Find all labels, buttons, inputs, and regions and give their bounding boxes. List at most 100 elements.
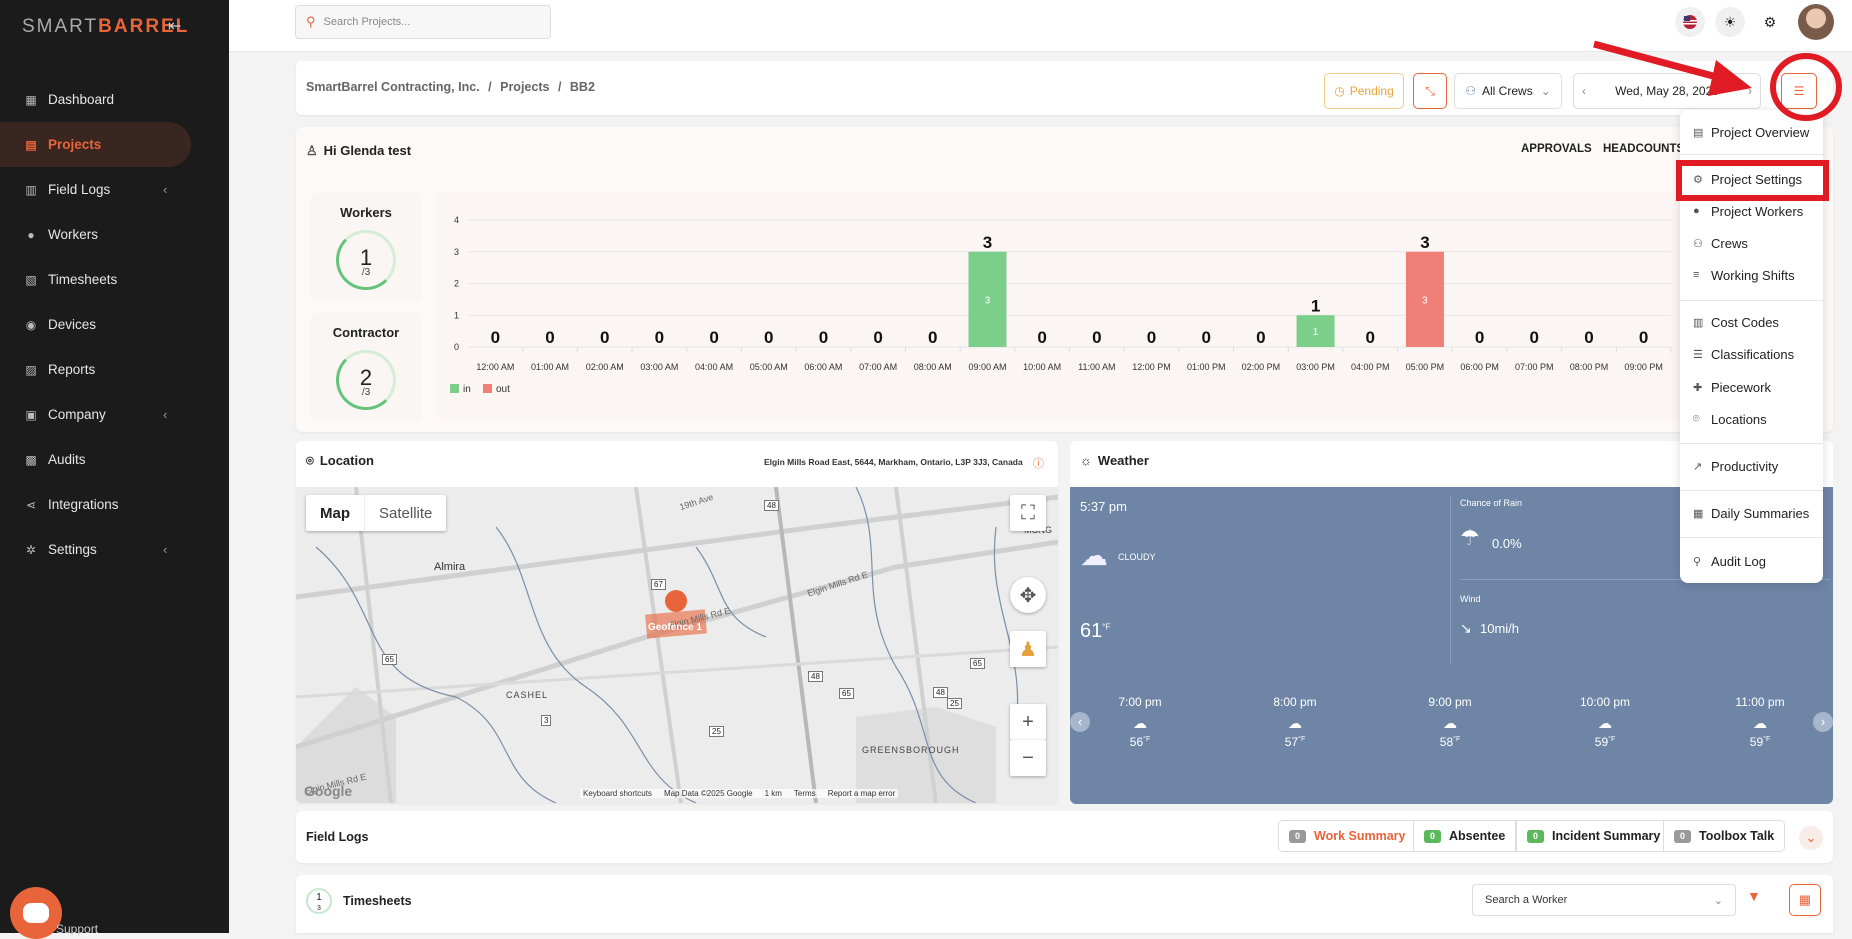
geofence-label[interactable]: Geofence 1 <box>648 622 702 633</box>
google-logo: Google <box>304 783 353 799</box>
filter-icon[interactable]: ▼ <box>1747 888 1761 904</box>
bar-total-label: 0 <box>1201 328 1210 347</box>
menu-item-project-overview[interactable]: ▤ Project Overview <box>1693 122 1809 142</box>
fullscreen-icon[interactable]: ⛶ <box>1010 495 1046 531</box>
greeting-text: Hi Glenda test <box>323 143 412 158</box>
incident-summary-button[interactable]: 0 Incident Summary <box>1516 820 1672 852</box>
support-chat-button[interactable] <box>10 887 62 939</box>
menu-item-label: Project Settings <box>1711 171 1803 187</box>
avatar[interactable] <box>1798 4 1834 40</box>
search-icon: ⚲ <box>306 14 316 29</box>
sidebar-item-settings[interactable]: ✲ Settings ‹ <box>0 527 229 572</box>
sidebar-item-reports[interactable]: ▨ Reports <box>0 347 229 392</box>
theme-sun-icon[interactable]: ☀ <box>1715 7 1745 37</box>
status-badge[interactable]: ◷ Pending <box>1324 73 1404 109</box>
road-shield: 48 <box>808 671 823 682</box>
zoom-in-icon[interactable]: + <box>1010 704 1046 740</box>
menu-divider <box>1680 300 1823 301</box>
cost-codes-icon: ▥ <box>1693 316 1704 329</box>
chevron-left-icon[interactable]: ‹ <box>1582 84 1586 98</box>
y-tick-label: 1 <box>454 310 459 320</box>
chevron-down-icon[interactable]: ⌄ <box>1799 826 1823 850</box>
road-shield: 25 <box>947 698 962 709</box>
menu-item-productivity[interactable]: ↗ Productivity <box>1693 456 1778 476</box>
x-tick-label: 06:00 PM <box>1460 362 1499 372</box>
location-address: Elgin Mills Road East, 5644, Markham, On… <box>764 457 1023 467</box>
brand-logo[interactable]: SMARTBARREL <box>22 16 189 38</box>
hourly-unit: °F <box>1298 736 1306 743</box>
menu-item-classifications[interactable]: ☰ Classifications <box>1693 344 1794 364</box>
tab-headcounts[interactable]: HEADCOUNTS <box>1603 143 1684 155</box>
menu-divider <box>1680 537 1823 538</box>
road-shield: 25 <box>709 726 724 737</box>
bar-total-label: 3 <box>1420 233 1429 252</box>
bar-total-label: 0 <box>1475 328 1484 347</box>
hourly-unit: °F <box>1453 736 1461 743</box>
sidebar-item-company[interactable]: ▣ Company ‹ <box>0 392 229 437</box>
sidebar-item-audits[interactable]: ▩ Audits <box>0 437 229 482</box>
map[interactable]: Almira CASHEL GREENSBOROUGH MONG 19th Av… <box>296 487 1058 803</box>
search-projects-input[interactable]: ⚲ Search Projects... <box>295 5 551 39</box>
calendar-icon[interactable]: ▦ <box>1789 884 1821 916</box>
street-view-icon[interactable]: ♟ <box>1010 631 1046 667</box>
field-logs-card: Field Logs 0 Work Summary 0 Absentee 0 Inci… <box>296 811 1833 863</box>
map-tab-map[interactable]: Map <box>306 495 364 531</box>
terms-link[interactable]: Terms <box>794 789 816 798</box>
hourly-temp: 59 <box>1749 735 1764 749</box>
sidebar-item-timesheets[interactable]: ▧ Timesheets <box>0 257 229 302</box>
work-summary-button[interactable]: 0 Work Summary <box>1278 820 1417 852</box>
menu-item-locations[interactable]: ⌾ Locations <box>1693 409 1767 429</box>
menu-item-piecework[interactable]: ✚ Piecework <box>1693 377 1771 397</box>
menu-item-crews[interactable]: ⚇ Crews <box>1693 233 1748 253</box>
sidebar-item-dashboard[interactable]: ▦ Dashboard <box>0 77 229 122</box>
menu-item-audit-log[interactable]: ⚲ Audit Log <box>1693 551 1766 571</box>
menu-item-working-shifts[interactable]: ≡ Working Shifts <box>1693 265 1795 285</box>
sidebar-item-devices[interactable]: ◉ Devices <box>0 302 229 347</box>
crews-select[interactable]: ⚇ All Crews ⌄ <box>1454 73 1562 109</box>
collapse-view-button[interactable]: ⤡ <box>1413 73 1447 109</box>
support-label: Support <box>56 922 99 936</box>
project-menu-button[interactable]: ☰ <box>1781 73 1817 109</box>
tab-approvals[interactable]: APPROVALS <box>1521 143 1592 155</box>
sidebar-item-field-logs[interactable]: ▥ Field Logs ‹ <box>0 167 229 212</box>
compass-icon[interactable]: ✥ <box>1010 577 1046 613</box>
bar-value-label: 1 <box>1313 327 1319 338</box>
breadcrumb-projects[interactable]: Projects <box>500 80 549 94</box>
y-tick-label: 3 <box>454 247 459 257</box>
hourly-temp: 57 <box>1284 735 1299 749</box>
hourly-forecast: 7:00 pm ☁ 56°F 8:00 pm ☁ 57°F 9:00 pm ☁ 58°F 1… <box>1100 695 1800 749</box>
menu-item-project-workers[interactable]: ● Project Workers <box>1693 201 1803 221</box>
crews-icon: ⚇ <box>1693 237 1703 250</box>
chevron-right-icon[interactable]: › <box>1813 712 1833 732</box>
collapse-sidebar-icon[interactable]: ⇤ <box>168 16 181 36</box>
sidebar-item-workers[interactable]: ● Workers <box>0 212 229 257</box>
report-map-error-link[interactable]: Report a map error <box>828 789 896 798</box>
absentee-button[interactable]: 0 Absentee <box>1413 820 1517 852</box>
gear-icon[interactable]: ⚙ <box>1755 7 1785 37</box>
info-icon[interactable]: ⓘ <box>1033 455 1044 471</box>
sidebar-item-projects[interactable]: ▤ Projects <box>0 122 191 167</box>
menu-item-daily-summaries[interactable]: ▦ Daily Summaries <box>1693 503 1809 523</box>
map-place-label: CASHEL <box>506 690 549 700</box>
date-picker[interactable]: ‹ Wed, May 28, 2025 › <box>1573 73 1761 109</box>
chevron-left-icon[interactable]: ‹ <box>1070 712 1090 732</box>
sidebar-item-label: Company <box>48 407 106 422</box>
zoom-out-icon[interactable]: − <box>1010 740 1046 776</box>
worker-icon: ● <box>1693 205 1700 217</box>
contractor-stat-title: Contractor <box>332 325 400 340</box>
map-tab-satellite[interactable]: Satellite <box>364 495 446 531</box>
menu-item-project-settings[interactable]: ⚙ Project Settings <box>1693 169 1802 189</box>
toolbox-talk-button[interactable]: 0 Toolbox Talk <box>1663 820 1786 852</box>
breadcrumb-company[interactable]: SmartBarrel Contracting, Inc. <box>306 80 480 94</box>
wind-label: Wind <box>1460 594 1481 604</box>
chevron-right-icon[interactable]: › <box>1748 84 1752 98</box>
keyboard-shortcuts-link[interactable]: Keyboard shortcuts <box>583 789 652 798</box>
sidebar-item-integrations[interactable]: ⋖ Integrations <box>0 482 229 527</box>
location-card: ⌾ Location Elgin Mills Road East, 5644, M… <box>296 441 1058 803</box>
flag-us-icon[interactable] <box>1675 7 1705 37</box>
cloudy-icon: ☁ <box>1080 540 1108 571</box>
bar-total-label: 0 <box>1366 328 1375 347</box>
menu-item-cost-codes[interactable]: ▥ Cost Codes <box>1693 312 1779 332</box>
search-worker-select[interactable]: Search a Worker ⌄ <box>1472 884 1736 916</box>
legend-label: out <box>496 384 510 395</box>
